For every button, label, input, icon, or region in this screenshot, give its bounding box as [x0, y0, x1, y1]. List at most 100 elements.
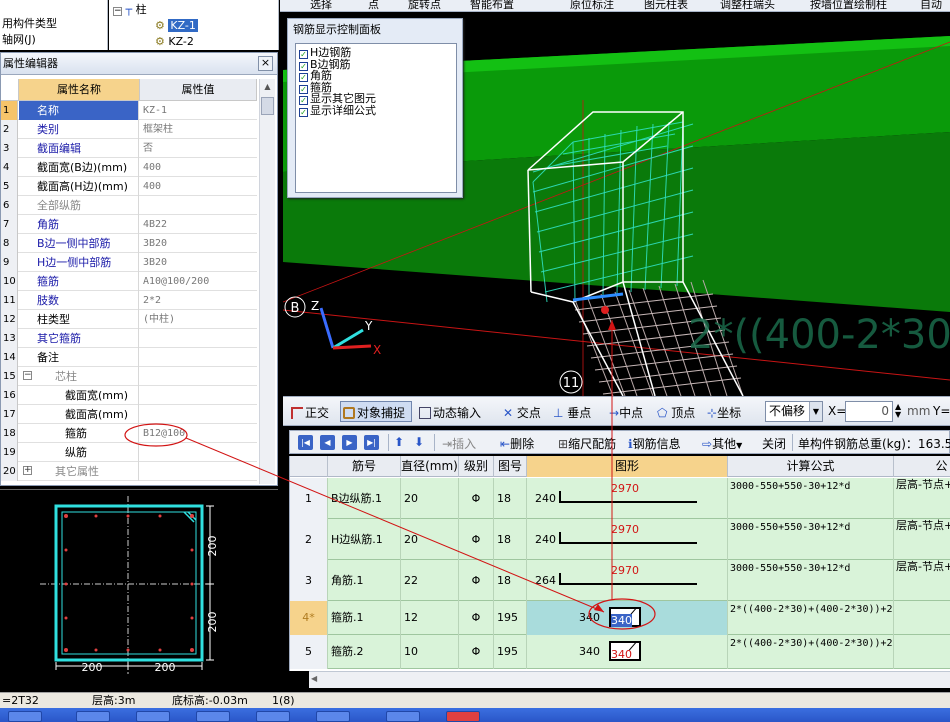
property-row[interactable]: 15 芯柱 − — [1, 367, 257, 386]
insert-button[interactable]: ⇥插入 — [442, 435, 476, 452]
property-row[interactable]: 7 角筋 4B22 — [1, 215, 257, 234]
table-cell[interactable]: H边纵筋.1 — [328, 519, 401, 560]
table-cell[interactable]: 层高-节点+节点设置折 — [894, 519, 950, 560]
property-value[interactable]: 3B20 — [140, 253, 257, 272]
column-header[interactable]: 筋号 — [328, 456, 401, 477]
property-value[interactable]: 4B22 — [140, 215, 257, 234]
table-cell[interactable]: 22 — [401, 560, 459, 601]
table-cell[interactable]: B边纵筋.1 — [328, 478, 401, 519]
property-value[interactable] — [140, 462, 257, 481]
x-input[interactable]: 0 — [845, 401, 893, 422]
next-record-icon[interactable]: ▶ — [342, 435, 357, 450]
property-value[interactable] — [140, 329, 257, 348]
property-value[interactable]: 400 — [140, 177, 257, 196]
property-row[interactable]: 2 类别 框架柱 — [1, 120, 257, 139]
table-cell[interactable]: 角筋.1 — [328, 560, 401, 601]
taskbar-button[interactable] — [136, 711, 170, 722]
expand-icon[interactable]: + — [23, 466, 32, 475]
table-cell[interactable]: 2*((400-2*30)+(400-2*30))+2*(11.9*d)+(8*… — [728, 601, 894, 635]
table-cell[interactable]: 箍筋.1 — [328, 601, 401, 635]
table-cell[interactable]: 20 — [401, 519, 459, 560]
tree-node-column[interactable]: − ┬ 柱 — [113, 2, 147, 18]
column-header-name[interactable]: 属性名称 — [19, 79, 140, 101]
table-row[interactable]: 2 H边纵筋.1 20 Φ 18 240 2970 3000-550+550-30+12*d 层… — [290, 519, 950, 560]
rebar-info-button[interactable]: ℹ钢筋信息 — [628, 435, 681, 452]
tree-node-kz1[interactable]: ⚙ KZ-1 — [155, 18, 198, 34]
table-cell[interactable]: 3000-550+550-30+12*d — [728, 560, 894, 601]
table-cell[interactable]: 3000-550+550-30+12*d — [728, 519, 894, 560]
property-row[interactable]: 3 截面编辑否 — [1, 139, 257, 158]
taskbar-button[interactable] — [446, 711, 480, 722]
checkbox-checked-icon[interactable]: ✓ — [299, 50, 308, 59]
property-row[interactable]: 13 其它箍筋 — [1, 329, 257, 348]
tree-item-axis-grid[interactable]: 轴网(J) — [0, 32, 107, 48]
property-value[interactable]: 3B20 — [140, 234, 257, 253]
property-value[interactable]: 400 — [140, 158, 257, 177]
table-cell[interactable]: 3 — [290, 560, 328, 601]
property-row[interactable]: 19 纵筋 — [1, 443, 257, 462]
property-value[interactable]: 2*2 — [140, 291, 257, 310]
property-row[interactable]: 9 H边一侧中部筋 3B20 — [1, 253, 257, 272]
property-value[interactable]: A10@100/200 — [140, 272, 257, 291]
column-header-value[interactable]: 属性值 — [140, 79, 257, 101]
chevron-down-icon[interactable]: ▼ — [809, 402, 822, 421]
table-cell[interactable]: 4* — [290, 601, 328, 635]
table-cell[interactable] — [894, 635, 950, 669]
scroll-left-icon[interactable]: ◀ — [311, 674, 323, 686]
collapse-icon[interactable]: − — [113, 7, 122, 16]
table-cell[interactable]: 箍筋.2 — [328, 635, 401, 669]
checkbox-checked-icon[interactable]: ✓ — [299, 107, 308, 117]
column-header[interactable]: 级别 — [459, 456, 494, 477]
taskbar-button[interactable] — [76, 711, 110, 722]
property-row[interactable]: 18 箍筋 B12@100 — [1, 424, 257, 443]
last-record-icon[interactable]: ▶| — [364, 435, 379, 450]
table-row[interactable]: 4* 箍筋.1 12 Φ 195 340 ⟋ 340 2*((400-2*30)+(400-2*… — [290, 601, 950, 635]
ortho-button[interactable]: 正交 — [291, 404, 329, 421]
property-value[interactable] — [140, 443, 257, 462]
move-up-icon[interactable]: ⬆ — [394, 435, 404, 449]
property-value[interactable] — [140, 348, 257, 367]
dynamic-input-button[interactable]: 动态输入 — [419, 404, 481, 421]
taskbar-button[interactable] — [8, 711, 42, 722]
table-cell[interactable]: 340 ⟋ 340 — [527, 635, 728, 669]
property-row[interactable]: 10 箍筋 A10@100/200 — [1, 272, 257, 291]
close-button[interactable]: × — [258, 56, 273, 71]
in-place-label-button[interactable]: 原位标注 — [570, 0, 614, 11]
table-cell[interactable]: 340 ⟋ 340 — [527, 601, 728, 635]
offset-select[interactable]: 不偏移 ▼ — [765, 401, 823, 422]
table-cell[interactable]: 3000-550+550-30+12*d — [728, 478, 894, 519]
column-header[interactable] — [290, 456, 328, 477]
tree-item-component-type[interactable]: 用构件类型 — [0, 16, 107, 32]
column-table-button[interactable]: 图元柱表 — [644, 0, 688, 11]
table-cell[interactable]: 240 2970 — [527, 478, 728, 519]
spin-icon[interactable]: ▲ ▼ — [895, 403, 901, 419]
column-header[interactable]: 图形 — [527, 456, 728, 477]
scale-rebar-button[interactable]: ⊞缩尺配筋 — [558, 435, 616, 452]
table-cell[interactable]: 18 — [494, 560, 527, 601]
table-cell[interactable]: 195 — [494, 635, 527, 669]
adjust-column-end-button[interactable]: 调整柱端头 — [720, 0, 775, 11]
column-header[interactable]: 图号 — [494, 456, 527, 477]
table-cell[interactable]: 12 — [401, 601, 459, 635]
table-cell[interactable]: 10 — [401, 635, 459, 669]
table-cell[interactable]: Φ — [459, 635, 494, 669]
scroll-up-icon[interactable]: ▲ — [261, 80, 274, 94]
property-value[interactable] — [140, 196, 257, 215]
property-value[interactable]: B12@100 — [140, 424, 257, 443]
checkbox-checked-icon[interactable]: ✓ — [299, 96, 308, 105]
checkbox-checked-icon[interactable]: ✓ — [299, 73, 308, 82]
property-value[interactable]: KZ-1 — [140, 101, 257, 120]
scroll-thumb[interactable] — [261, 97, 274, 115]
vertical-scrollbar[interactable]: ▲ — [259, 79, 275, 484]
property-row[interactable]: 17 截面高(mm) — [1, 405, 257, 424]
perpendicular-button[interactable]: ⊥ 垂点 — [553, 404, 591, 421]
table-cell[interactable]: Φ — [459, 519, 494, 560]
column-header[interactable]: 直径(mm) — [401, 456, 459, 477]
property-row[interactable]: 16 截面宽(mm) — [1, 386, 257, 405]
property-row[interactable]: 11 肢数 2*2 — [1, 291, 257, 310]
property-value[interactable]: (中柱) — [140, 310, 257, 329]
property-row[interactable]: 6 全部纵筋 — [1, 196, 257, 215]
property-value[interactable]: 框架柱 — [140, 120, 257, 139]
property-row[interactable]: 5 截面高(H边)(mm) 400 — [1, 177, 257, 196]
table-cell[interactable] — [894, 601, 950, 635]
